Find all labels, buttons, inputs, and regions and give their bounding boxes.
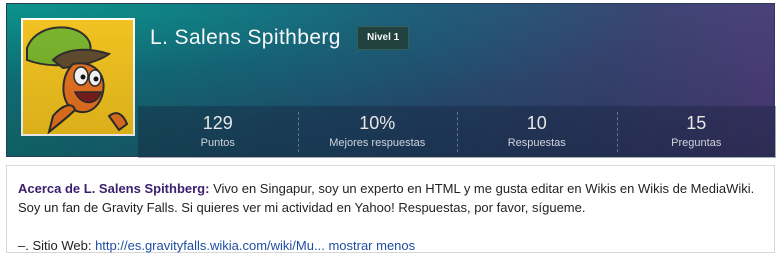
stat-points[interactable]: 129 Puntos bbox=[138, 106, 298, 158]
show-less-link[interactable]: mostrar menos bbox=[328, 238, 415, 253]
stat-questions[interactable]: 15 Preguntas bbox=[616, 106, 777, 158]
about-text-block: Acerca de L. Salens Spithberg: Vivo en S… bbox=[18, 179, 763, 217]
level-badge: Nivel 1 bbox=[357, 26, 410, 50]
about-title: Acerca de L. Salens Spithberg: bbox=[18, 181, 210, 196]
stat-label: Preguntas bbox=[671, 137, 722, 149]
about-section: Acerca de L. Salens Spithberg: Vivo en S… bbox=[6, 165, 775, 253]
stat-label: Mejores respuestas bbox=[329, 137, 426, 149]
profile-name: L. Salens Spithberg bbox=[150, 26, 341, 49]
cartoon-avatar-icon bbox=[23, 20, 133, 134]
website-prefix: –. Sitio Web: bbox=[18, 238, 96, 253]
stat-label: Puntos bbox=[200, 137, 235, 149]
stat-value: 15 bbox=[686, 113, 707, 133]
stat-best-answers[interactable]: 10% Mejores respuestas bbox=[297, 106, 458, 158]
website-link[interactable]: http://es.gravityfalls.wikia.com/wiki/Mu… bbox=[95, 238, 325, 253]
stat-value: 10 bbox=[526, 113, 547, 133]
website-line: –. Sitio Web: http://es.gravityfalls.wik… bbox=[18, 236, 763, 255]
stat-value: 10% bbox=[359, 113, 396, 133]
stat-label: Respuestas bbox=[507, 137, 566, 149]
stats-bar: 129 Puntos 10% Mejores respuestas 10 Res… bbox=[138, 106, 776, 158]
profile-header: L. Salens Spithberg Nivel 1 129 Puntos 1… bbox=[6, 3, 776, 158]
stat-value: 129 bbox=[202, 113, 233, 133]
avatar[interactable] bbox=[21, 18, 135, 136]
stat-answers[interactable]: 10 Respuestas bbox=[457, 106, 617, 158]
profile-card: L. Salens Spithberg Nivel 1 129 Puntos 1… bbox=[6, 3, 776, 253]
